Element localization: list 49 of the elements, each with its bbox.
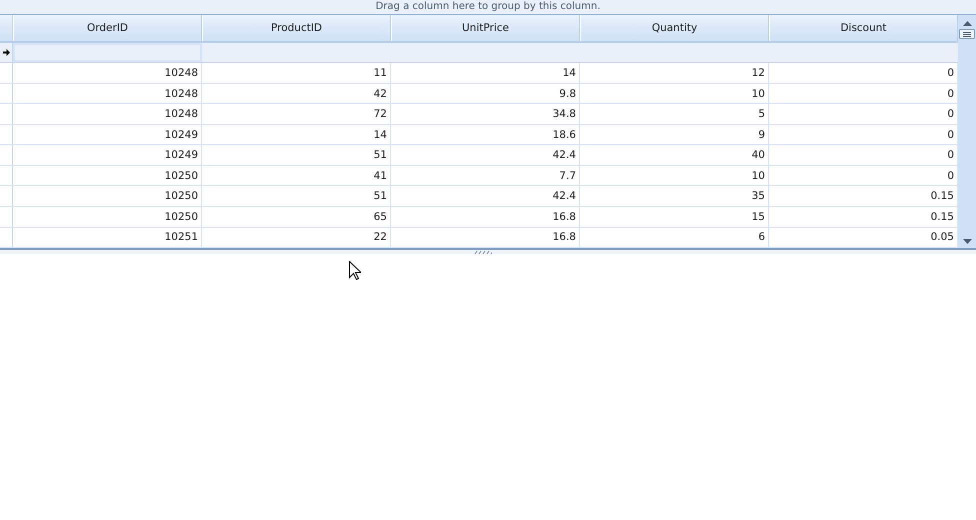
table-cell: 42 (202, 84, 391, 104)
scroll-up-icon[interactable] (962, 21, 972, 26)
table-cell: 11 (202, 63, 391, 83)
current-row-arrow-icon (2, 49, 10, 56)
grip-icon[interactable] (474, 250, 492, 254)
table-cell: 22 (202, 228, 391, 248)
scroll-down-icon[interactable] (962, 239, 972, 244)
table-cell: 6 (580, 228, 769, 248)
scroll-thumb[interactable] (959, 29, 975, 39)
table-cell: 42.4 (391, 145, 580, 165)
filter-cell[interactable] (13, 42, 202, 62)
table-cell: 15 (580, 206, 769, 227)
table-cell: 10248 (13, 104, 202, 124)
table-cell: 72 (202, 104, 391, 124)
table-cell: 14 (202, 124, 391, 144)
table-cell: 34.8 (391, 104, 580, 124)
table-cell: 16.8 (391, 228, 580, 248)
table-cell: 10250 (13, 206, 202, 227)
column-header[interactable]: OrderID (13, 15, 202, 41)
table-cell: 7.7 (391, 166, 580, 186)
mouse-cursor-icon (349, 261, 361, 280)
table-cell: 9.8 (391, 84, 580, 104)
table-cell: 10250 (13, 166, 202, 186)
column-header[interactable]: UnitPrice (391, 15, 580, 41)
table-cell: 10 (580, 84, 769, 104)
column-header[interactable]: ProductID (202, 15, 391, 41)
table-cell: 40 (580, 145, 769, 165)
table-cell: 16.8 (391, 206, 580, 227)
vertical-scrollbar[interactable] (958, 15, 976, 248)
table-cell: 10249 (13, 124, 202, 144)
table-cell: 14 (391, 63, 580, 83)
table-cell: 10 (580, 166, 769, 186)
table-cell: 10248 (13, 84, 202, 104)
table-cell: 51 (202, 186, 391, 206)
table-cell: 18.6 (391, 124, 580, 144)
table-cell: 5 (580, 104, 769, 124)
table-cell: 51 (202, 145, 391, 165)
table-cell: 12 (580, 63, 769, 83)
table-cell: 41 (202, 166, 391, 186)
table-cell: 42.4 (391, 186, 580, 206)
table-cell: 35 (580, 186, 769, 206)
table-cell: 9 (580, 124, 769, 144)
table-cell: 10251 (13, 228, 202, 248)
table-cell: 10249 (13, 145, 202, 165)
table-cell: 10250 (13, 186, 202, 206)
table-cell: 65 (202, 206, 391, 227)
column-header[interactable]: Quantity (580, 15, 769, 41)
group-panel-hint: Drag a column here to group by this column. (376, 1, 600, 13)
table-cell: 10248 (13, 63, 202, 83)
